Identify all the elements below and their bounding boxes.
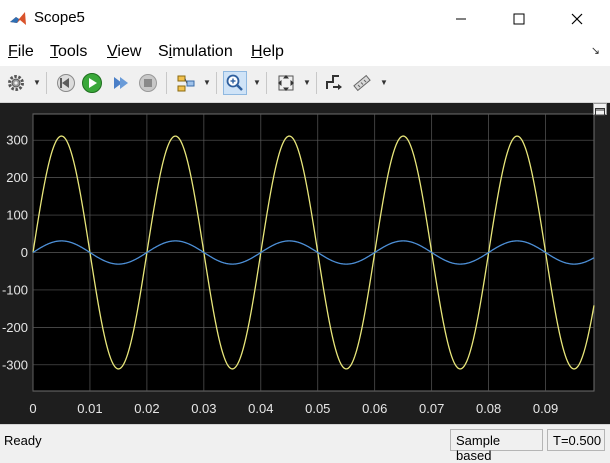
- x-tick-label: 0.09: [533, 401, 558, 416]
- toolbar-separator: [266, 72, 267, 94]
- y-tick-label: 0: [21, 245, 28, 260]
- measurements-icon: [353, 74, 371, 92]
- scope-display[interactable]: -300 -200 -100 0 100 200 300 0 0.01 0.02 0.03 0.04 0…: [0, 103, 610, 424]
- minimize-button[interactable]: [438, 0, 484, 38]
- step-back-button[interactable]: [54, 71, 78, 95]
- y-tick-label: -200: [2, 320, 28, 335]
- stop-button[interactable]: [136, 71, 160, 95]
- menu-tools[interactable]: Tools: [50, 43, 87, 61]
- x-tick-label: 0.08: [476, 401, 501, 416]
- status-bar: Ready Sample based T=0.500: [0, 424, 610, 463]
- zoom-in-icon: [226, 74, 243, 91]
- y-tick-label: 300: [6, 133, 28, 148]
- stop-icon: [139, 74, 157, 92]
- simulation-time: T=0.500: [547, 429, 605, 451]
- fit-to-view-icon: [278, 75, 294, 91]
- toolbar-separator: [46, 72, 47, 94]
- close-icon: [571, 13, 583, 25]
- toolbar: ▼ ▼ ▼ ▼ ▼: [0, 66, 610, 103]
- x-tick-label: 0.01: [77, 401, 102, 416]
- x-tick-label: 0.02: [134, 401, 159, 416]
- x-tick-label: 0.03: [191, 401, 216, 416]
- triggers-button[interactable]: [322, 71, 346, 95]
- toolbar-separator: [216, 72, 217, 94]
- scope-plot[interactable]: -300 -200 -100 0 100 200 300 0 0.01 0.02 0.03 0.04 0…: [0, 103, 610, 424]
- triggers-icon: [326, 75, 342, 90]
- chevron-down-icon[interactable]: ▼: [303, 78, 311, 87]
- y-tick-label: -100: [2, 282, 28, 297]
- configuration-button[interactable]: [4, 71, 28, 95]
- matlab-logo-icon: [10, 12, 26, 25]
- signal-select-icon: [177, 75, 195, 92]
- menu-bar: File Tools View Simulation Help: [0, 38, 610, 66]
- gear-icon: [8, 75, 24, 91]
- chevron-down-icon[interactable]: ▼: [33, 78, 41, 87]
- toolbar-separator: [166, 72, 167, 94]
- y-tick-label: 100: [6, 208, 28, 223]
- maximize-button[interactable]: [496, 0, 542, 38]
- maximize-icon: [513, 13, 525, 25]
- step-forward-icon: [114, 77, 128, 89]
- chevron-down-icon[interactable]: ▼: [203, 78, 211, 87]
- run-icon: [82, 73, 102, 93]
- menu-simulation[interactable]: Simulation: [158, 43, 233, 61]
- fit-to-view-button[interactable]: [274, 71, 298, 95]
- undock-icon: [595, 108, 605, 116]
- y-tick-label: -300: [2, 357, 28, 372]
- x-tick-label: 0.04: [248, 401, 273, 416]
- close-button[interactable]: [554, 0, 600, 38]
- x-tick-label: 0.06: [362, 401, 387, 416]
- x-tick-label: 0.05: [305, 401, 330, 416]
- sample-mode-indicator: Sample based: [450, 429, 543, 463]
- signal-selection-button[interactable]: [174, 71, 198, 95]
- menu-file[interactable]: File: [8, 43, 34, 61]
- run-button[interactable]: [80, 71, 104, 95]
- undock-button[interactable]: [593, 103, 607, 116]
- y-tick-label: 200: [6, 170, 28, 185]
- dock-arrow-icon[interactable]: ↘: [591, 44, 600, 57]
- chevron-down-icon[interactable]: ▼: [380, 78, 388, 87]
- chevron-down-icon[interactable]: ▼: [253, 78, 261, 87]
- menu-view[interactable]: View: [107, 43, 141, 61]
- window-title: Scope5: [34, 9, 85, 26]
- menu-help[interactable]: Help: [251, 43, 284, 61]
- x-tick-label: 0: [29, 401, 36, 416]
- toolbar-separator: [316, 72, 317, 94]
- title-bar: Scope5: [0, 0, 610, 38]
- measurements-button[interactable]: [350, 71, 374, 95]
- step-back-icon: [57, 74, 75, 92]
- minimize-icon: [456, 18, 466, 20]
- step-forward-button[interactable]: [108, 71, 132, 95]
- zoom-in-button[interactable]: [223, 71, 247, 95]
- status-ready: Ready: [4, 433, 42, 448]
- x-tick-label: 0.07: [419, 401, 444, 416]
